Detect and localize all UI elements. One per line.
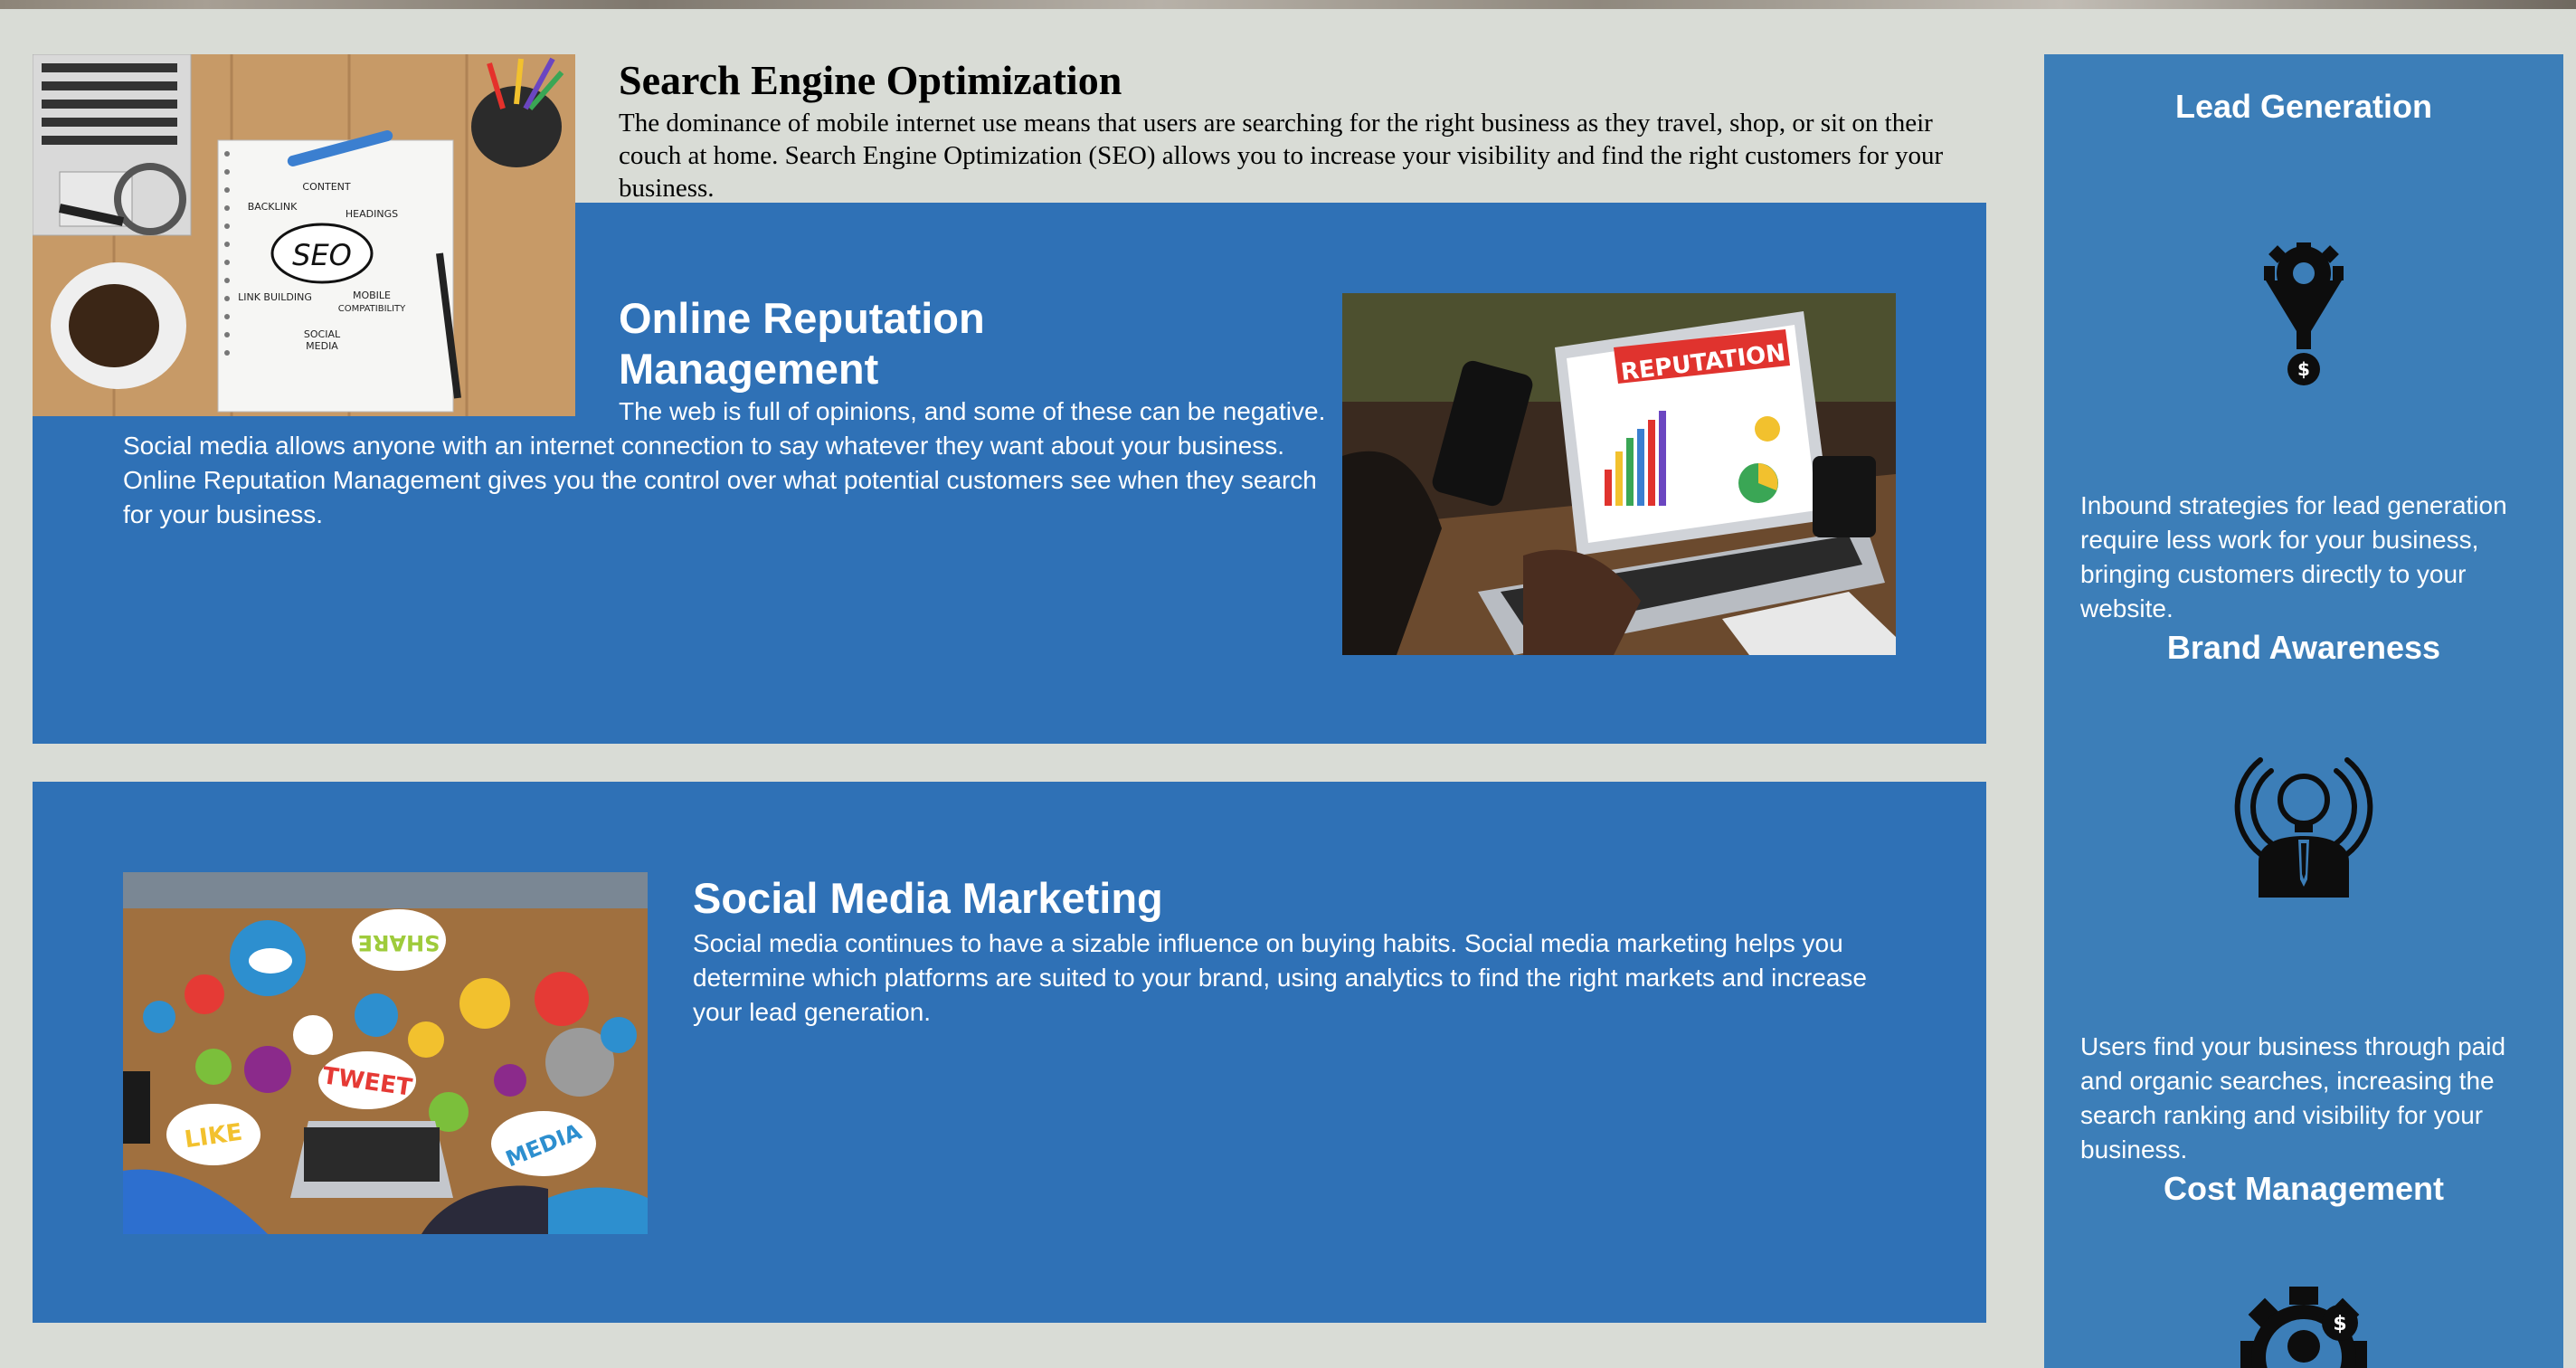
- svg-text:SHARE: SHARE: [358, 930, 440, 955]
- svg-text:HEADINGS: HEADINGS: [346, 208, 398, 220]
- benefit-cost-management-title: Cost Management: [2163, 1170, 2445, 1207]
- svg-text:MOBILE: MOBILE: [353, 290, 391, 301]
- benefit-brand-awareness-text: Users find your business through paid an…: [2080, 1032, 2506, 1164]
- smm-description: Social media continues to have a sizable…: [693, 929, 1867, 1026]
- lightbulb-person-broadcast-icon: [2234, 753, 2373, 898]
- funnel-gear-dollar-icon: $: [2249, 242, 2358, 387]
- svg-text:SOCIAL: SOCIAL: [304, 328, 341, 340]
- benefit-brand-awareness: Brand Awareness Users find your business…: [2044, 628, 2563, 1164]
- benefit-brand-awareness-title: Brand Awareness: [2166, 629, 2441, 666]
- content-main: SEO CONTENT HEADINGS BACKLINK LINK BUILD…: [33, 54, 1986, 1348]
- svg-text:$: $: [2297, 358, 2310, 380]
- svg-text:$: $: [2333, 1313, 2346, 1335]
- orm-title: Online Reputation Management: [619, 294, 985, 393]
- benefit-cost-management: Cost Management $: [2044, 1169, 2563, 1368]
- seo-image: SEO CONTENT HEADINGS BACKLINK LINK BUILD…: [33, 54, 575, 416]
- svg-text:BACKLINK: BACKLINK: [248, 201, 298, 213]
- svg-text:MEDIA: MEDIA: [306, 340, 338, 352]
- seo-description: The dominance of mobile internet use mea…: [619, 109, 1944, 203]
- benefits-sidebar: Lead Generation $ Inbound strategies for…: [2044, 54, 2563, 1368]
- gear-person-dollar-icon: $: [2240, 1287, 2367, 1368]
- header-hero-image-strip: [0, 0, 2576, 9]
- svg-text:COMPATIBILITY: COMPATIBILITY: [338, 304, 406, 314]
- smm-title: Social Media Marketing: [693, 874, 1163, 922]
- smm-image: SHARE TWEET LIKE MEDIA: [123, 872, 648, 1234]
- benefit-lead-generation: Lead Generation $ Inbound strategies for…: [2044, 87, 2563, 622]
- benefit-lead-generation-text: Inbound strategies for lead generation r…: [2080, 491, 2507, 622]
- benefit-lead-generation-title: Lead Generation: [2174, 88, 2433, 125]
- smm-section: SHARE TWEET LIKE MEDIA Social Media Mark…: [33, 782, 1986, 1323]
- svg-text:LINK BUILDING: LINK BUILDING: [238, 291, 312, 303]
- seo-text-block: Search Engine Optimization The dominance…: [619, 54, 1975, 204]
- svg-text:SEO: SEO: [292, 238, 352, 272]
- seo-title: Search Engine Optimization: [619, 57, 1122, 103]
- svg-text:CONTENT: CONTENT: [302, 181, 350, 193]
- orm-image: REPUTATION: [1342, 293, 1896, 655]
